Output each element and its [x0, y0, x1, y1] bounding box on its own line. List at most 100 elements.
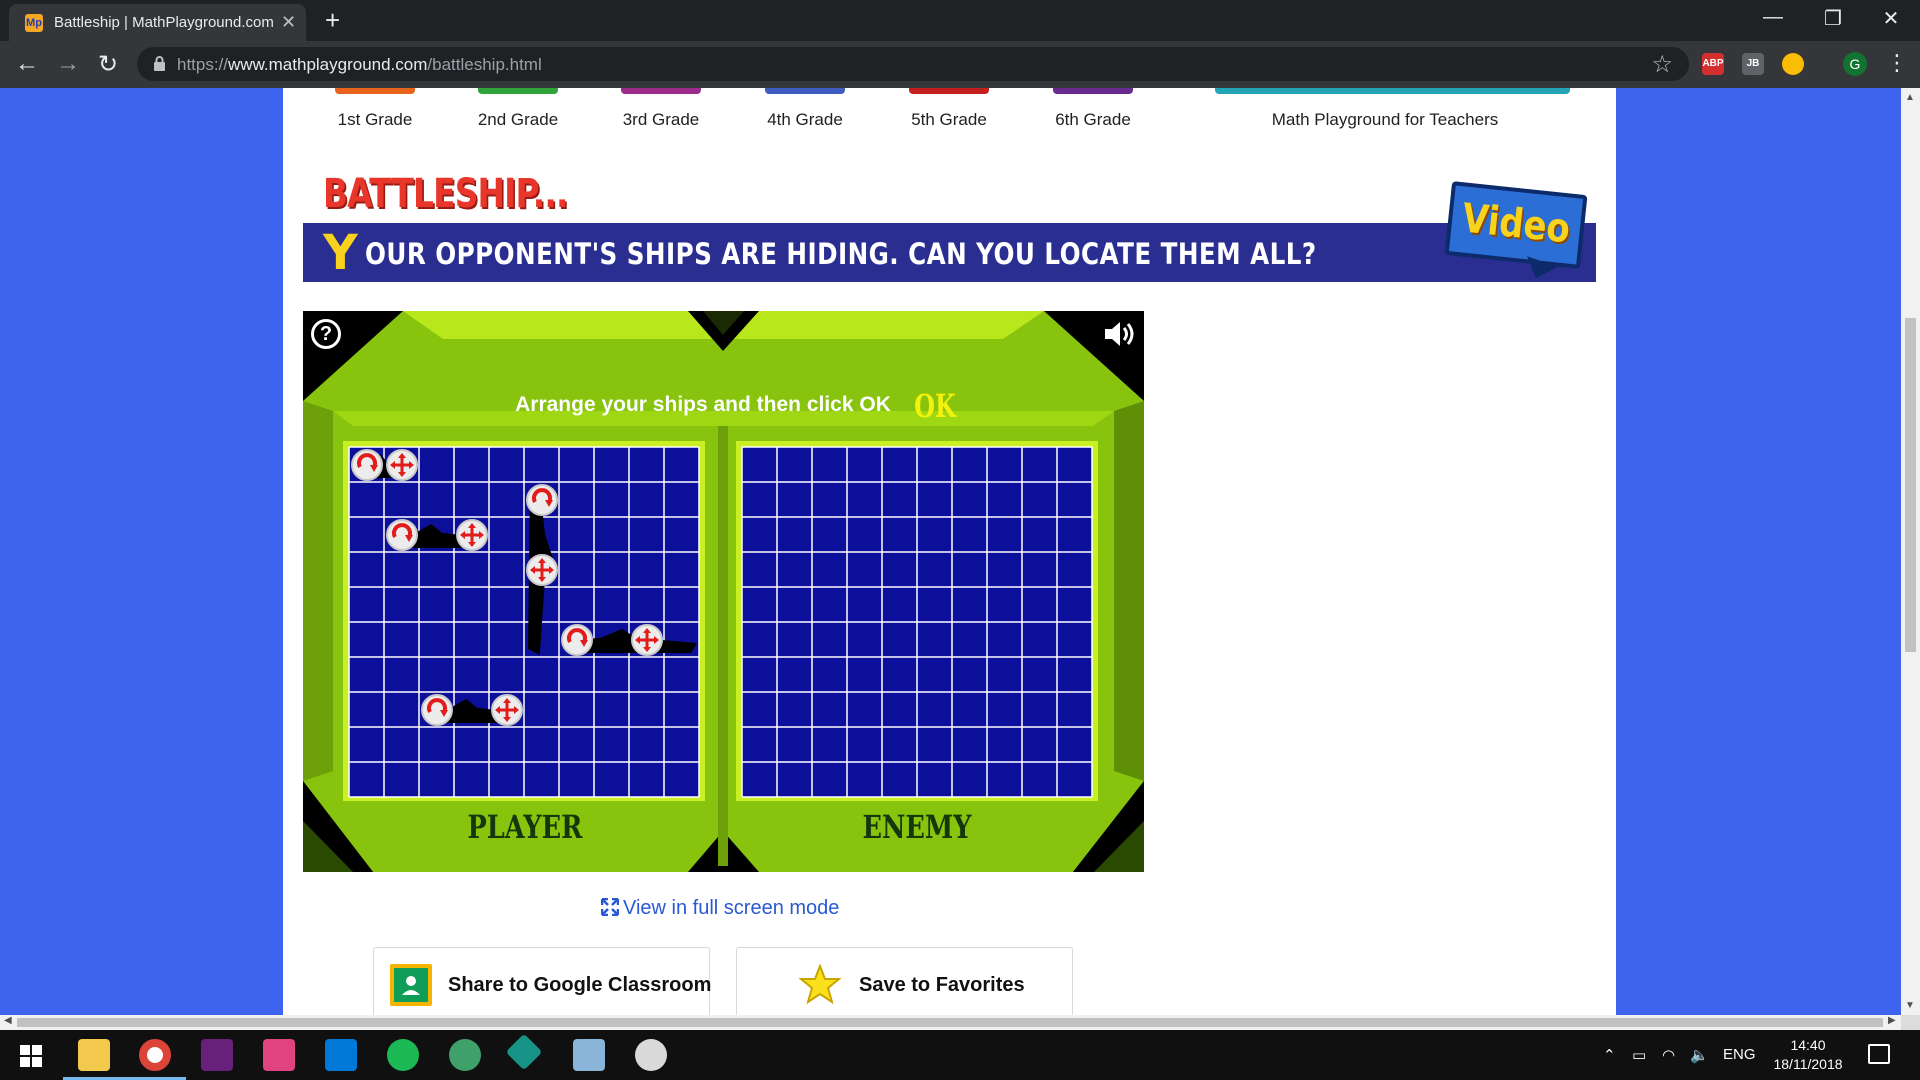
grade-label: 4th Grade — [767, 110, 843, 129]
move-ship-icon[interactable] — [630, 623, 663, 656]
google-classroom-button[interactable]: Share to Google Classroom — [373, 947, 712, 1015]
vscode-icon[interactable] — [325, 1039, 357, 1071]
volume-icon[interactable]: 🔈 — [1690, 1046, 1709, 1064]
clock-date: 18/11/2018 — [1773, 1056, 1843, 1072]
move-ship-icon[interactable] — [525, 553, 558, 586]
wifi-icon[interactable]: ◠ — [1662, 1046, 1675, 1064]
video-button[interactable]: Video — [1444, 181, 1588, 269]
visual-studio-icon[interactable] — [201, 1039, 233, 1071]
taskbar-clock[interactable]: 14:40 18/11/2018 — [1768, 1036, 1848, 1074]
new-tab-button[interactable]: + — [325, 5, 340, 36]
windows-taskbar: ⌃ ▭ ◠ 🔈 ENG 14:40 18/11/2018 — [0, 1030, 1920, 1080]
star-icon — [799, 964, 841, 1005]
file-explorer-icon[interactable] — [78, 1039, 110, 1071]
grade-color-bar — [909, 88, 989, 94]
grade-label: 3rd Grade — [622, 110, 700, 129]
rotate-ship-icon[interactable] — [385, 518, 418, 551]
intellij-icon[interactable] — [263, 1039, 295, 1071]
nav-5th-grade[interactable]: 5th Grade — [889, 88, 1009, 138]
scroll-left-icon[interactable]: ◀ — [4, 1015, 12, 1026]
page-viewport: 1st Grade 2nd Grade 3rd Grade 4th Grade … — [0, 88, 1901, 1015]
language-indicator[interactable]: ENG — [1723, 1046, 1756, 1063]
fullscreen-icon — [601, 898, 619, 916]
vertical-scrollbar[interactable]: ▲ ▼ — [1901, 88, 1920, 1015]
vertical-scroll-thumb[interactable] — [1905, 318, 1916, 652]
bookmark-star-icon[interactable]: ☆ — [1651, 50, 1673, 79]
horizontal-scrollbar[interactable]: ◀ ▶ — [0, 1015, 1901, 1030]
forward-arrow-icon[interactable]: → — [53, 50, 83, 78]
player-grid — [348, 446, 700, 798]
notifications-icon[interactable] — [1868, 1044, 1890, 1064]
rotate-ship-icon[interactable] — [525, 483, 558, 516]
frame-right-bevel — [1114, 401, 1144, 781]
menu-dots-icon[interactable]: ⋮ — [1886, 50, 1908, 76]
move-ship-icon[interactable] — [490, 693, 523, 726]
tab-title: Battleship | MathPlayground.com — [54, 14, 274, 31]
reload-icon[interactable]: ↻ — [93, 50, 123, 79]
page-content: 1st Grade 2nd Grade 3rd Grade 4th Grade … — [283, 88, 1616, 1015]
grade-color-bar — [335, 88, 415, 94]
grade-nav: 1st Grade 2nd Grade 3rd Grade 4th Grade … — [283, 88, 1616, 138]
minimize-icon[interactable]: — — [1753, 6, 1793, 29]
move-ship-icon[interactable] — [385, 448, 418, 481]
player-board-label: PLAYER — [467, 808, 583, 846]
help-icon[interactable]: ? — [311, 319, 341, 349]
lock-icon — [154, 56, 165, 71]
grade-color-bar — [1053, 88, 1133, 94]
sound-icon[interactable] — [1103, 319, 1137, 349]
chrome-icon[interactable] — [139, 1039, 171, 1071]
banner-subtitle: OUR OPPONENT'S SHIPS ARE HIDING. CAN YOU… — [365, 237, 1317, 271]
scroll-down-icon[interactable]: ▼ — [1905, 1000, 1915, 1011]
grade-color-bar — [621, 88, 701, 94]
rotate-ship-icon[interactable] — [560, 623, 593, 656]
grade-color-bar — [478, 88, 558, 94]
mathplayground-favicon-icon: Mp — [25, 14, 43, 32]
browser-tab[interactable]: Mp Battleship | MathPlayground.com ✕ — [9, 4, 306, 41]
jb-extension-icon[interactable]: JB — [1742, 53, 1764, 75]
atom-icon[interactable] — [449, 1039, 481, 1071]
chrome-extension-icon[interactable] — [1782, 53, 1804, 75]
browser-toolbar: ← → ↻ https://www.mathplayground.com/bat… — [0, 41, 1920, 88]
gitkraken-icon[interactable] — [505, 1033, 543, 1071]
tray-chevron-icon[interactable]: ⌃ — [1603, 1046, 1616, 1064]
grade-label: Math Playground for Teachers — [1271, 110, 1499, 129]
battleship-game[interactable]: ? Arrange your ships and then click OK O… — [303, 311, 1144, 872]
windows-start-icon[interactable] — [20, 1045, 42, 1067]
window-close-icon[interactable]: ✕ — [1871, 6, 1911, 31]
spotify-icon[interactable] — [387, 1039, 419, 1071]
scroll-up-icon[interactable]: ▲ — [1905, 92, 1915, 103]
enemy-board-label: ENEMY — [862, 808, 972, 846]
nav-2nd-grade[interactable]: 2nd Grade — [458, 88, 578, 138]
nav-3rd-grade[interactable]: 3rd Grade — [601, 88, 721, 138]
grade-color-bar — [765, 88, 845, 94]
scrollbar-corner — [1901, 1015, 1920, 1030]
frame-left-bevel — [303, 401, 333, 781]
restore-icon[interactable]: ❐ — [1813, 6, 1853, 31]
battery-icon[interactable]: ▭ — [1632, 1046, 1646, 1064]
grade-label: 2nd Grade — [477, 110, 559, 129]
rotate-ship-icon[interactable] — [420, 693, 453, 726]
tab-close-icon[interactable]: ✕ — [281, 12, 296, 33]
ok-button[interactable]: OK — [914, 387, 956, 425]
nav-1st-grade[interactable]: 1st Grade — [315, 88, 435, 138]
notepad-icon[interactable] — [573, 1039, 605, 1071]
banner-initial: Y — [323, 225, 358, 281]
fullscreen-link[interactable]: View in full screen mode — [601, 897, 839, 920]
save-favorites-button[interactable]: Save to Favorites — [736, 947, 1073, 1015]
back-arrow-icon[interactable]: ← — [12, 50, 42, 78]
nav-6th-grade[interactable]: 6th Grade — [1033, 88, 1153, 138]
instruction-text: Arrange your ships and then click OK — [515, 393, 891, 416]
paint-icon[interactable] — [635, 1039, 667, 1071]
adblock-extension-icon[interactable]: ABP — [1702, 53, 1724, 75]
favorites-label: Save to Favorites — [859, 974, 1025, 996]
grade-label: 5th Grade — [911, 110, 987, 129]
rotate-ship-icon[interactable] — [350, 448, 383, 481]
scroll-right-icon[interactable]: ▶ — [1888, 1015, 1896, 1026]
address-bar[interactable]: https://www.mathplayground.com/battleshi… — [137, 47, 1689, 81]
profile-avatar[interactable]: G — [1843, 52, 1867, 76]
move-ship-icon[interactable] — [455, 518, 488, 551]
nav-4th-grade[interactable]: 4th Grade — [745, 88, 865, 138]
classroom-label: Share to Google Classroom — [448, 974, 712, 996]
nav-teachers[interactable]: Math Playground for Teachers — [1215, 88, 1570, 138]
horizontal-scroll-thumb[interactable] — [17, 1018, 1883, 1027]
